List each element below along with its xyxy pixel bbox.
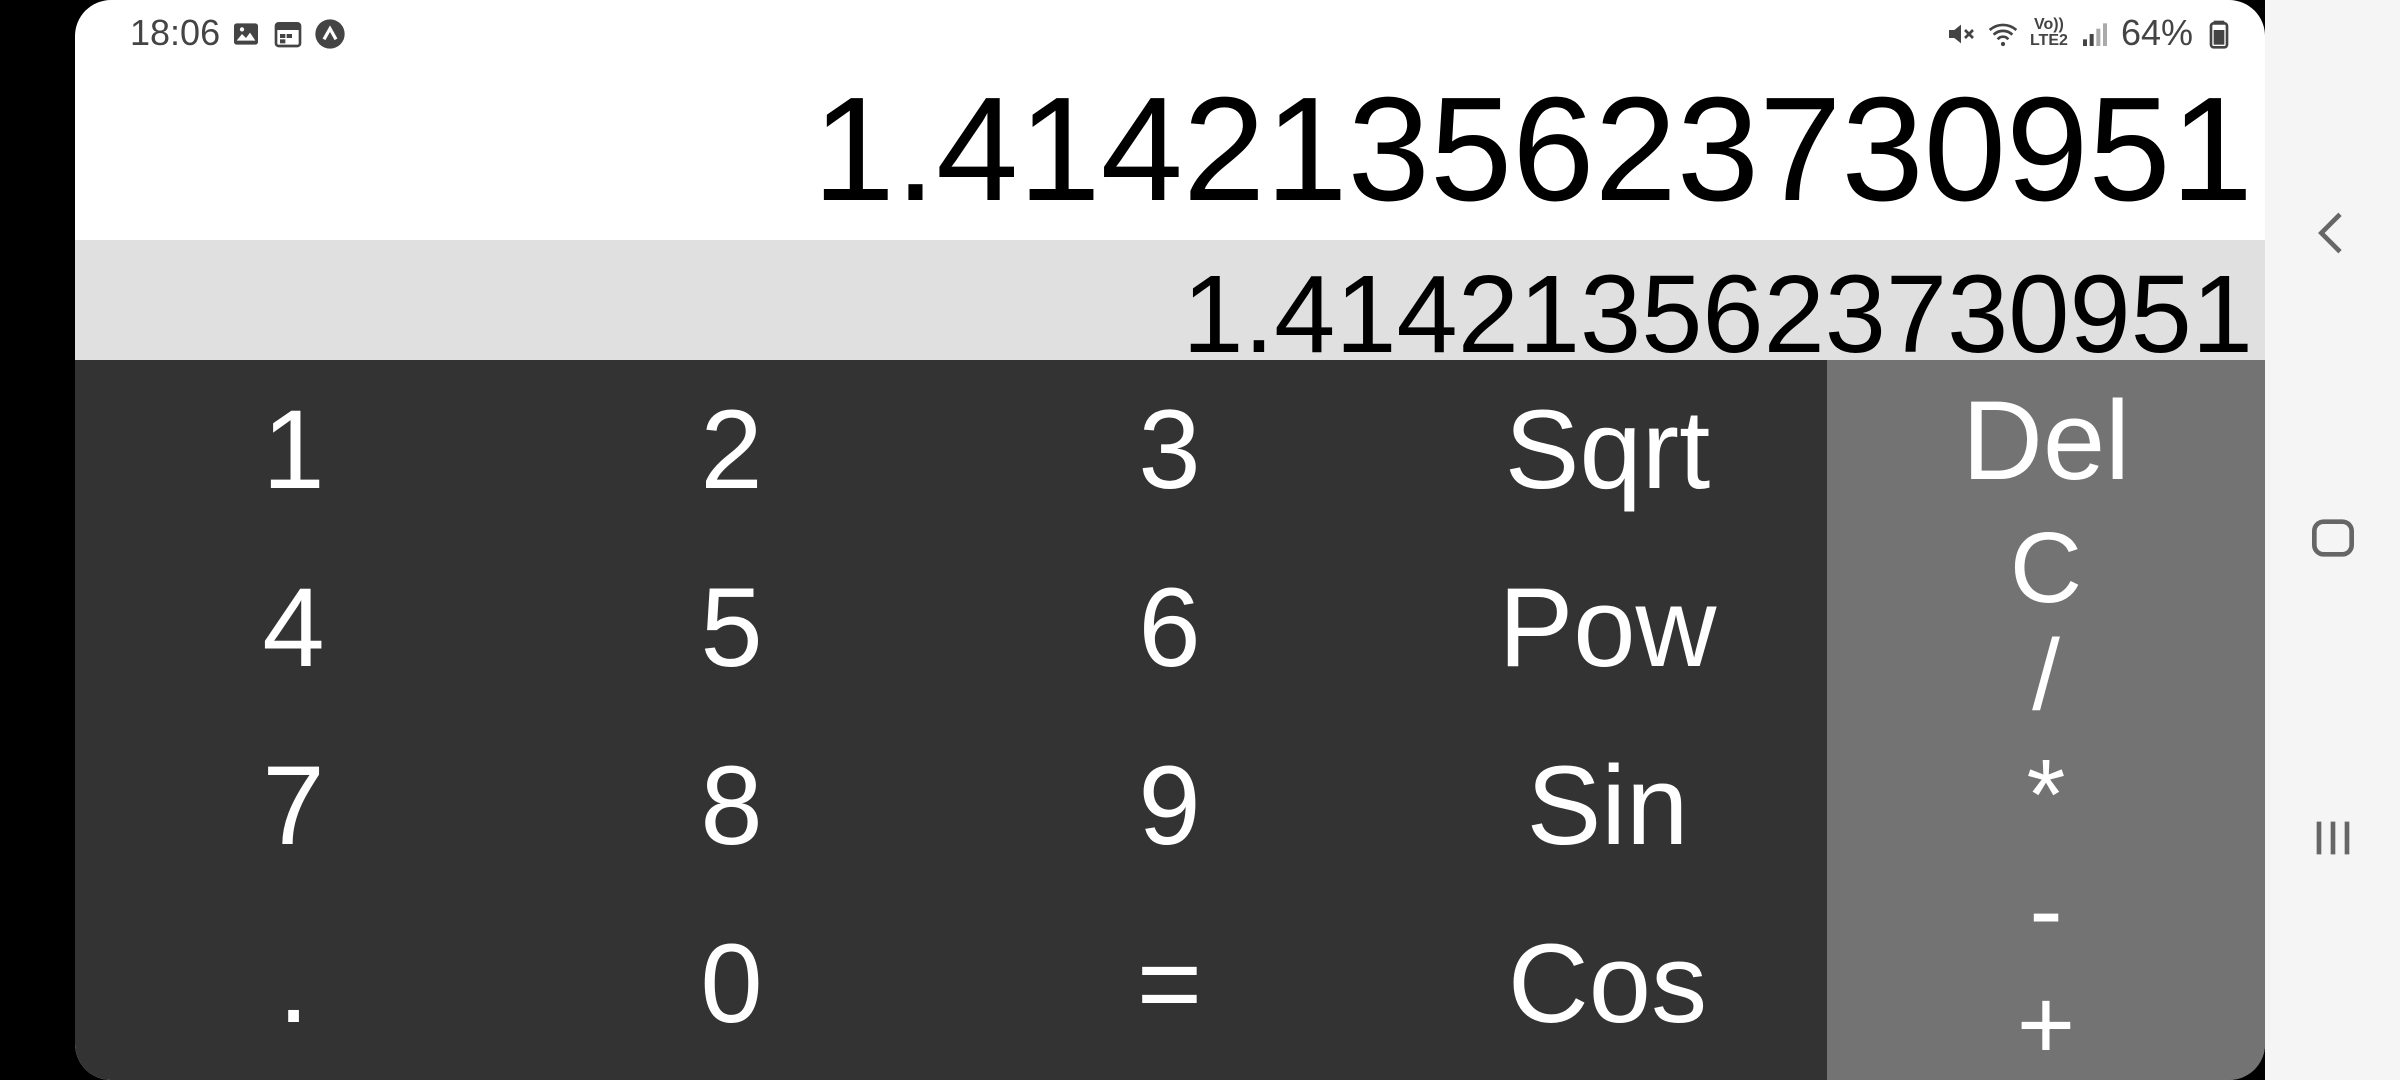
- volte-icon: Vo)) LTE2: [2029, 16, 2068, 49]
- key-decimal[interactable]: .: [75, 894, 512, 1072]
- status-left: 18:06: [130, 12, 346, 54]
- status-time: 18:06: [130, 12, 221, 53]
- key-subtract[interactable]: -: [1827, 854, 2265, 966]
- result-display: 1.4142135623730951: [812, 67, 2253, 232]
- app-notification-icon: [314, 17, 346, 49]
- calendar-icon: [272, 17, 304, 49]
- key-divide[interactable]: /: [1827, 615, 2265, 735]
- key-sqrt[interactable]: Sqrt: [1389, 360, 1826, 538]
- key-1[interactable]: 1: [75, 360, 512, 538]
- status-right: Vo)) LTE2 64%: [1945, 12, 2235, 54]
- key-0[interactable]: 0: [513, 894, 950, 1072]
- wifi-icon: [1987, 17, 2019, 49]
- home-icon[interactable]: [2295, 500, 2370, 575]
- image-icon: [230, 17, 262, 49]
- key-4[interactable]: 4: [75, 538, 512, 716]
- mute-icon: [1945, 17, 1977, 49]
- key-2[interactable]: 2: [513, 360, 950, 538]
- back-icon[interactable]: [2295, 195, 2370, 270]
- key-cos[interactable]: Cos: [1389, 894, 1826, 1072]
- key-delete[interactable]: Del: [1827, 360, 2265, 520]
- recents-icon[interactable]: [2295, 800, 2370, 875]
- key-equals[interactable]: =: [951, 894, 1388, 1072]
- signal-icon: [2079, 17, 2111, 49]
- key-sin[interactable]: Sin: [1389, 716, 1826, 894]
- expression-display: 1.4142135623730951: [75, 240, 2265, 360]
- battery-percent: 64%: [2120, 12, 2193, 53]
- key-add[interactable]: +: [1827, 969, 2265, 1080]
- navigation-bar: [2265, 0, 2400, 1080]
- key-multiply[interactable]: *: [1827, 735, 2265, 855]
- key-5[interactable]: 5: [513, 538, 950, 716]
- key-7[interactable]: 7: [75, 716, 512, 894]
- battery-icon: [2203, 17, 2235, 49]
- key-8[interactable]: 8: [513, 716, 950, 894]
- keypad: 1 2 3 Sqrt 4 5 6 Pow 7 8 9 Sin . 0 = Cos…: [75, 360, 2265, 1080]
- key-9[interactable]: 9: [951, 716, 1388, 894]
- key-3[interactable]: 3: [951, 360, 1388, 538]
- key-clear[interactable]: C: [1827, 508, 2265, 628]
- key-pow[interactable]: Pow: [1389, 538, 1826, 716]
- calculator-app: 18:06 Vo)) LTE2 64% 1.4142135623730951 1…: [75, 0, 2265, 1080]
- operators-column: Del C / * - +: [1827, 360, 2265, 1080]
- screen: 18:06 Vo)) LTE2 64% 1.4142135623730951 1…: [0, 0, 2400, 1080]
- key-6[interactable]: 6: [951, 538, 1388, 716]
